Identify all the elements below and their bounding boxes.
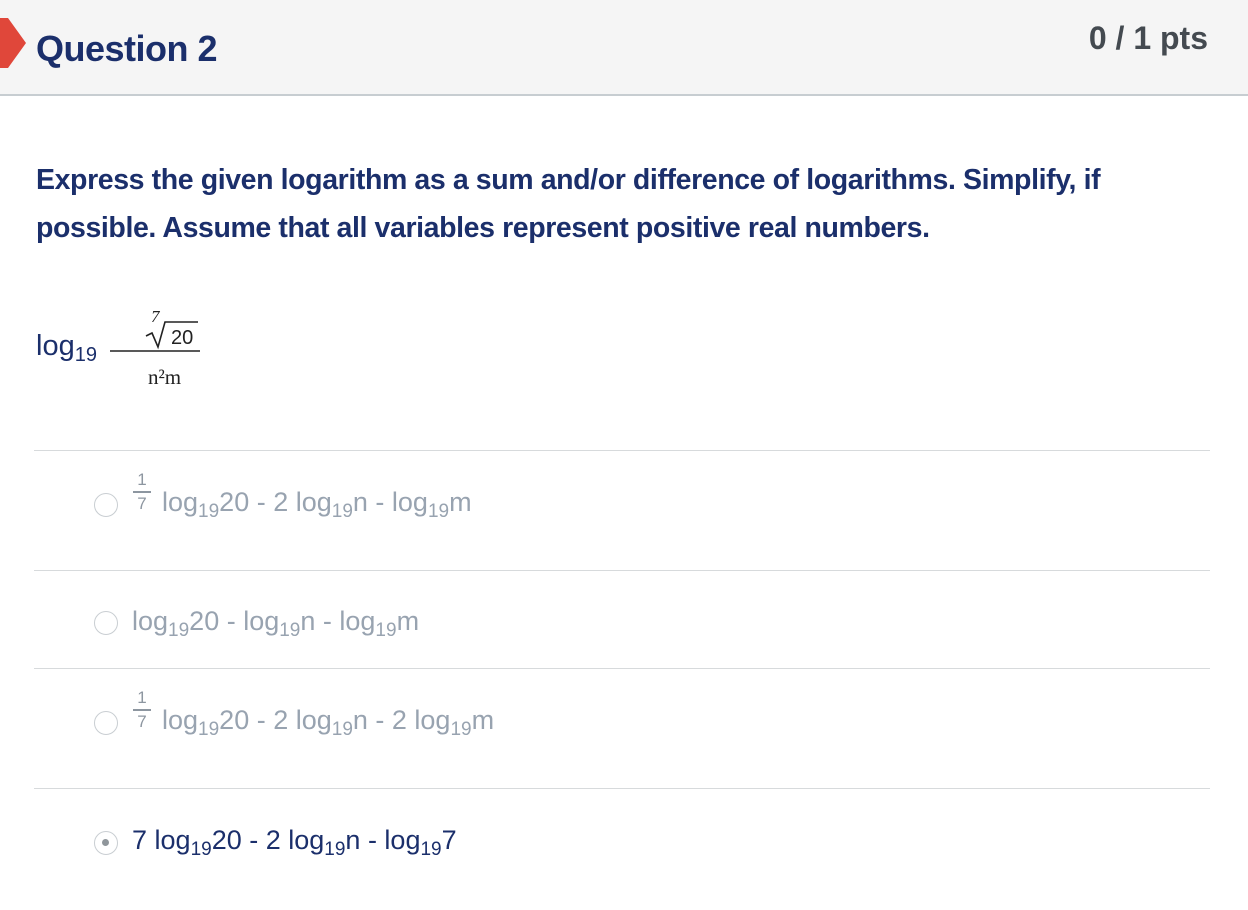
- answer-text: log1920 - 2 log19n - log19m: [162, 487, 472, 522]
- answer-text: log1920 - 2 log19n - 2 log19m: [162, 705, 495, 740]
- radicand: 20: [171, 327, 193, 349]
- quiz-question-page: Question 2 0 / 1 pts Express the given l…: [0, 0, 1248, 910]
- root-index: 7: [151, 307, 161, 326]
- answer-text: 7 log1920 - 2 log19n - log197: [132, 825, 457, 860]
- question-points: 0 / 1 pts: [1088, 20, 1208, 56]
- question-expression: log19 7 20 n²m: [36, 300, 236, 396]
- expression-log: log19: [36, 330, 97, 366]
- answer-radio[interactable]: [94, 611, 118, 635]
- answer-radio[interactable]: [94, 493, 118, 517]
- expression-fraction: 7 20 n²m: [110, 307, 200, 389]
- answer-option-4[interactable]: 7 log1920 - 2 log19n - log197: [34, 788, 1210, 899]
- answer-radio[interactable]: [94, 711, 118, 735]
- question-text: Express the given logarithm as a sum and…: [36, 164, 1101, 244]
- answer-option-3[interactable]: 17 log1920 - 2 log19n - 2 log19m: [34, 668, 1210, 789]
- denominator: n²m: [148, 365, 181, 389]
- answer-option-2[interactable]: log1920 - log19n - log19m: [34, 570, 1210, 669]
- answer-radio-selected[interactable]: [94, 831, 118, 855]
- answer-option-1[interactable]: 17 log1920 - 2 log19n - log19m: [34, 450, 1210, 571]
- flag-marker-icon[interactable]: [0, 18, 26, 68]
- answer-fraction: 17: [132, 471, 152, 513]
- answer-fraction: 17: [132, 689, 152, 731]
- answer-text: log1920 - log19n - log19m: [132, 606, 420, 641]
- question-title: Question 2: [36, 28, 218, 69]
- question-header: Question 2 0 / 1 pts: [0, 0, 1248, 96]
